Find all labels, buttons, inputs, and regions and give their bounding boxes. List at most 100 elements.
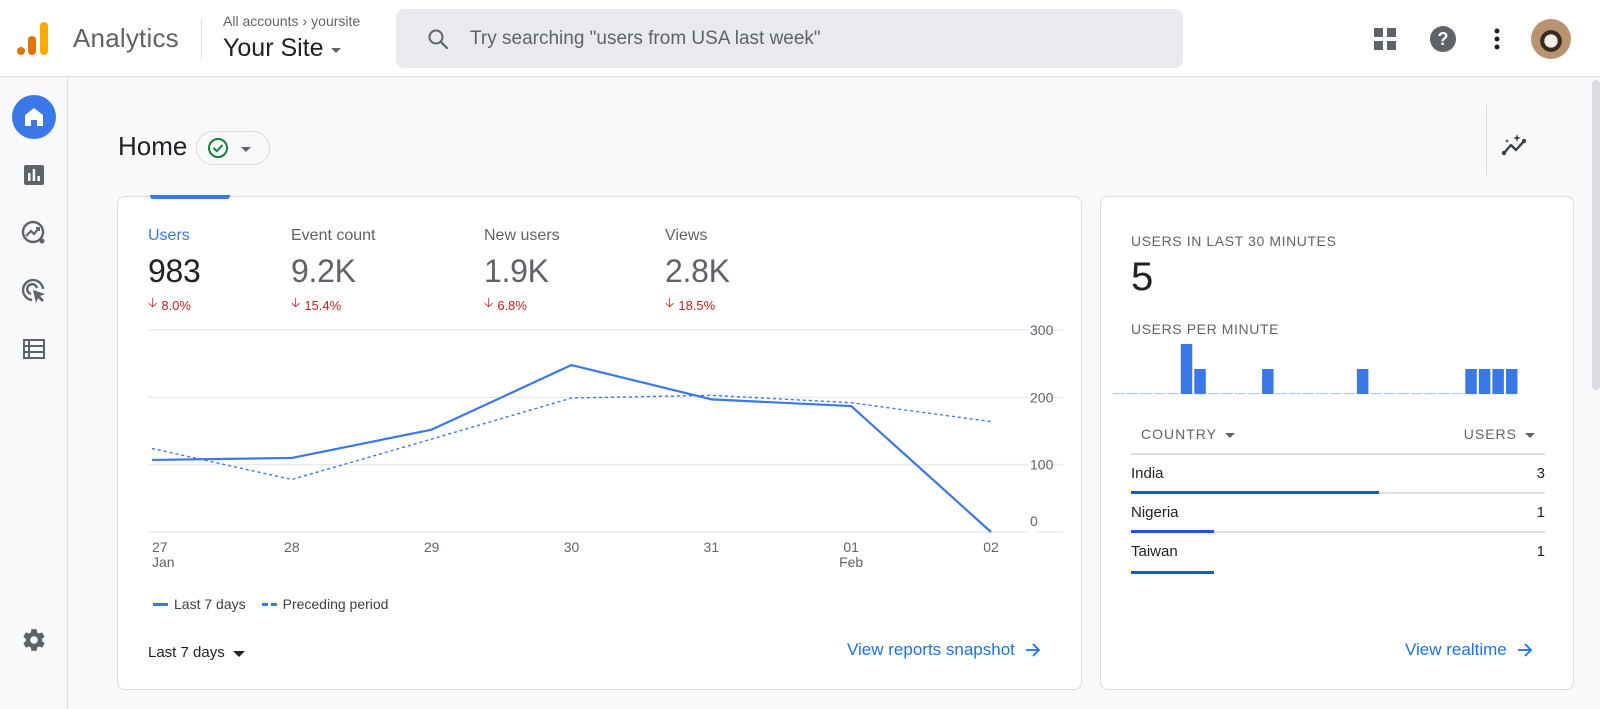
minute-baseline [1424, 393, 1437, 395]
legend-label-last-7-days: Last 7 days [174, 596, 246, 612]
chart-legend: Last 7 days Preceding period [153, 596, 388, 612]
insights-sparkle-icon [1501, 134, 1527, 156]
more-vert-icon [1494, 28, 1500, 50]
country-users: 1 [1536, 543, 1545, 560]
minute-baseline [1397, 393, 1410, 395]
x-tick-label: 31 [704, 539, 720, 555]
table-row[interactable]: India 3 [1131, 455, 1545, 494]
arrow-right-icon [1517, 643, 1533, 657]
view-reports-snapshot-link[interactable]: View reports snapshot [847, 640, 1041, 660]
apps-button[interactable] [1368, 22, 1402, 56]
help-button[interactable]: ? [1426, 22, 1460, 56]
minute-baseline [1126, 393, 1139, 395]
bar-chart-icon [24, 165, 44, 185]
minute-bar[interactable] [1262, 369, 1274, 394]
chevron-down-icon [241, 147, 251, 152]
insights-button[interactable] [1498, 128, 1532, 162]
y-tick-label: 100 [1030, 457, 1054, 473]
minute-bar[interactable] [1356, 369, 1369, 394]
more-options-button[interactable] [1480, 22, 1514, 56]
table-row[interactable]: Nigeria 1 [1131, 494, 1545, 533]
left-nav-rail [0, 78, 68, 709]
analytics-logo-icon[interactable] [17, 20, 51, 56]
breadcrumb[interactable]: All accounts › yoursite [223, 13, 360, 29]
country-table-header: COUNTRY USERS [1131, 415, 1545, 455]
target-cursor-icon [21, 278, 45, 303]
x-tick-label: 30 [564, 539, 580, 555]
dropdown-arrow-icon [330, 47, 341, 53]
column-header-country[interactable]: COUNTRY [1141, 426, 1235, 442]
sidebar-item-explore[interactable] [12, 211, 56, 255]
country-share-bar [1131, 571, 1214, 574]
minute-bar[interactable] [1505, 369, 1518, 394]
explore-trend-icon [21, 220, 45, 244]
minute-bar[interactable] [1492, 369, 1504, 394]
date-range-selector[interactable]: Last 7 days [148, 644, 245, 661]
column-label: COUNTRY [1141, 426, 1217, 442]
help-icon: ? [1430, 26, 1456, 52]
sidebar-item-advertising[interactable] [12, 269, 56, 313]
insights-divider [1486, 105, 1487, 175]
apps-grid-icon [1374, 28, 1396, 50]
y-tick-label: 200 [1030, 389, 1054, 405]
x-tick-sublabel: Feb [839, 554, 863, 570]
svg-text:?: ? [1438, 29, 1449, 49]
minute-baseline [1302, 393, 1315, 395]
column-header-users[interactable]: USERS [1464, 426, 1535, 442]
minute-baseline [1343, 393, 1355, 395]
minute-baseline [1438, 393, 1450, 395]
breadcrumb-root[interactable]: All accounts [223, 13, 298, 29]
users-per-minute-label: USERS PER MINUTE [1131, 321, 1280, 337]
dropdown-arrow-icon [1224, 432, 1235, 438]
search-bar[interactable] [396, 9, 1183, 68]
sidebar-item-configure[interactable] [12, 327, 56, 371]
date-range-label: Last 7 days [148, 644, 225, 661]
property-selector[interactable]: Your Site [223, 34, 341, 63]
page-title: Home [118, 131, 188, 161]
gear-icon [23, 629, 45, 651]
minute-baseline [1248, 393, 1260, 395]
sidebar-item-settings[interactable] [12, 618, 56, 662]
x-tick-label: 02 [983, 539, 999, 555]
minute-bar[interactable] [1194, 369, 1206, 394]
view-realtime-link[interactable]: View realtime [1405, 640, 1533, 660]
minute-baseline [1451, 393, 1464, 395]
link-label: View realtime [1405, 640, 1507, 659]
property-name: Your Site [223, 34, 324, 62]
users-line-chart: 0 100 200 300 27Jan 28 29 30 31 01Feb 02 [148, 322, 1063, 570]
status-chip[interactable] [196, 131, 270, 165]
breadcrumb-separator-icon: › [302, 13, 308, 29]
minute-bar[interactable] [1180, 344, 1193, 394]
account-avatar[interactable] [1531, 19, 1571, 59]
country-name: India [1131, 465, 1164, 482]
minute-baseline [1384, 393, 1396, 395]
x-tick-label: 01 [843, 539, 859, 555]
country-users: 1 [1536, 504, 1545, 521]
minute-baseline [1221, 393, 1233, 395]
minute-baseline [1113, 393, 1125, 395]
country-name: Nigeria [1131, 504, 1179, 521]
page-scrollbar[interactable] [1592, 80, 1600, 390]
sidebar-item-home[interactable] [12, 95, 56, 139]
country-table: COUNTRY USERS India 3 Nigeria 1 Taiwan 1 [1131, 415, 1545, 574]
series-line-preceding-period [151, 394, 992, 481]
minute-baseline [1316, 393, 1328, 395]
country-users: 3 [1536, 465, 1545, 482]
sidebar-item-reports[interactable] [12, 153, 56, 197]
breadcrumb-property[interactable]: yoursite [311, 13, 360, 29]
dropdown-arrow-icon [1525, 432, 1535, 438]
x-tick-sublabel: Jan [152, 554, 175, 570]
arrow-right-icon [1025, 643, 1041, 657]
search-input[interactable] [470, 27, 1070, 50]
minute-baseline [1411, 393, 1423, 395]
minute-baseline [1289, 393, 1301, 395]
series-line-last-7-days [151, 363, 992, 533]
minute-bar[interactable] [1465, 369, 1477, 394]
minute-baseline [1153, 393, 1166, 395]
top-app-bar: Analytics All accounts › yoursite Your S… [0, 0, 1600, 77]
minute-bar[interactable] [1478, 369, 1491, 394]
legend-swatch-solid [153, 602, 168, 606]
app-name: Analytics [73, 23, 179, 53]
column-label: USERS [1463, 426, 1517, 442]
table-row[interactable]: Taiwan 1 [1131, 533, 1545, 574]
